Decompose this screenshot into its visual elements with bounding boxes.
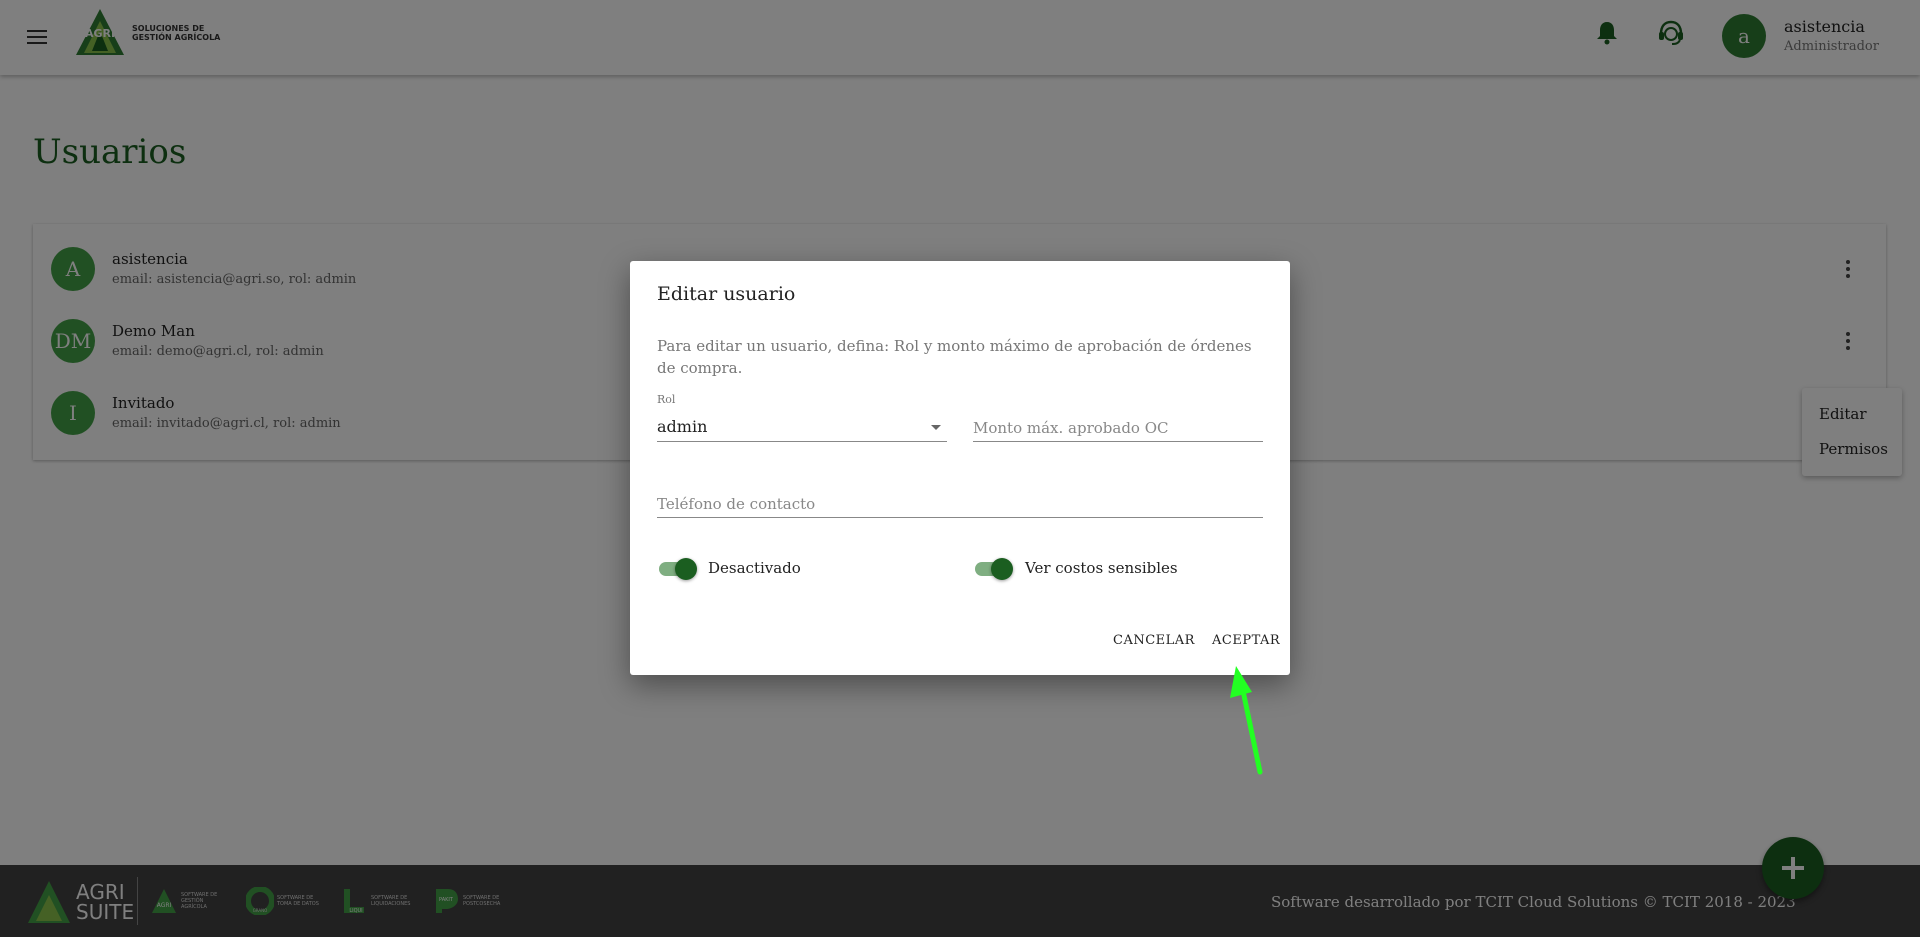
dialog-description: Para editar un usuario, defina: Rol y mo… <box>657 337 1252 377</box>
phone-placeholder: Teléfono de contacto <box>657 495 816 513</box>
desactivado-label: Desactivado <box>708 559 801 577</box>
monto-max-oc-input[interactable]: Monto máx. aprobado OC <box>973 411 1263 442</box>
ver-costos-label: Ver costos sensibles <box>1025 559 1178 577</box>
annotation-arrow-icon <box>1230 666 1263 775</box>
role-select-value: admin <box>657 417 708 436</box>
desactivado-toggle[interactable] <box>657 556 699 582</box>
dialog-title: Editar usuario <box>657 283 796 305</box>
role-field-label: Rol <box>657 393 676 406</box>
edit-user-dialog: Editar usuario Para editar un usuario, d… <box>630 261 1290 675</box>
dropdown-arrow-icon <box>931 425 941 430</box>
ver-costos-toggle[interactable] <box>973 556 1015 582</box>
role-select[interactable]: admin <box>657 411 947 442</box>
phone-input[interactable]: Teléfono de contacto <box>657 487 1263 518</box>
monto-max-oc-placeholder: Monto máx. aprobado OC <box>973 419 1169 437</box>
accept-button[interactable]: ACEPTAR <box>1212 633 1280 648</box>
cancel-button[interactable]: CANCELAR <box>1113 633 1195 648</box>
